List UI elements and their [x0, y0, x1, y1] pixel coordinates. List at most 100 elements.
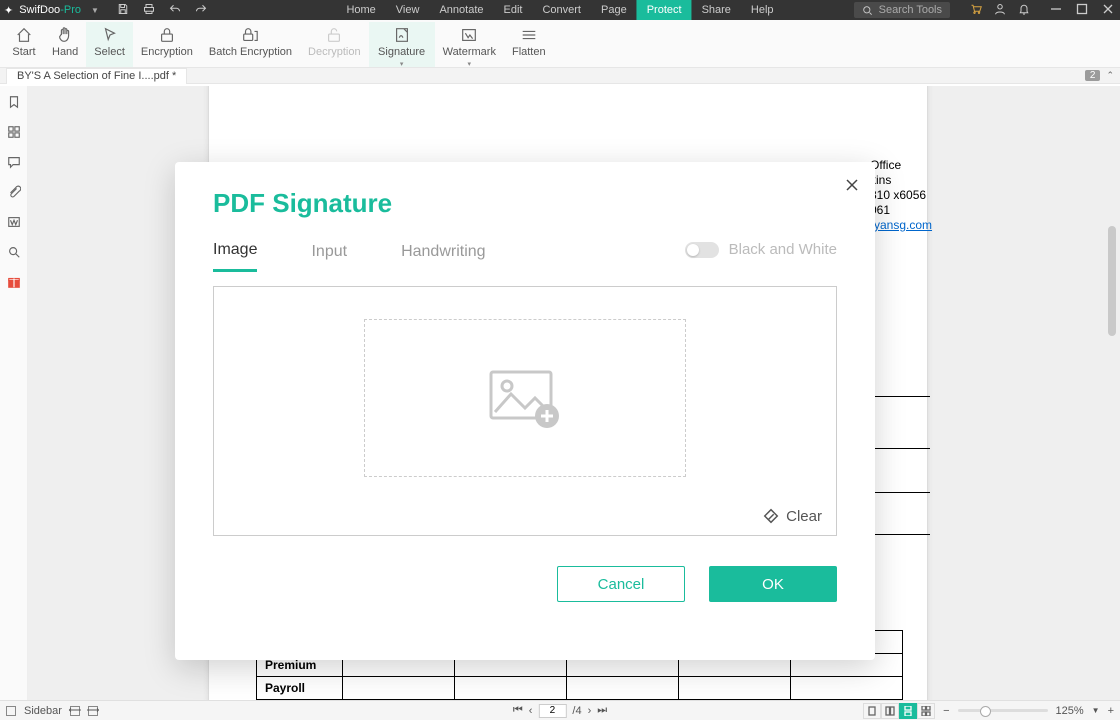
ribbon-watermark[interactable]: Watermark ▾ — [435, 22, 504, 67]
file-tab[interactable]: BY'S A Selection of Fine I....pdf * — [6, 68, 187, 84]
image-dropzone[interactable] — [364, 319, 686, 477]
black-white-toggle[interactable]: Black and White — [685, 241, 837, 258]
page-navigator: ⏮ ‹ /4 › ⏭ — [513, 704, 607, 718]
app-logo: ✦ SwifDoo-Pro ▼ — [4, 4, 107, 17]
page-number-input[interactable] — [538, 704, 566, 718]
continuous-view-icon[interactable] — [899, 703, 917, 719]
first-page-icon[interactable]: ⏮ — [513, 704, 523, 717]
brand-label: SwifDoo-Pro — [19, 4, 81, 16]
menu-annotate[interactable]: Annotate — [429, 0, 493, 20]
collapse-ribbon-icon[interactable]: ⌃ — [1106, 70, 1114, 81]
home-icon — [15, 26, 33, 44]
close-button[interactable] — [845, 176, 859, 197]
toggle-switch[interactable] — [685, 242, 719, 258]
expand-icon[interactable]: ⟶ — [88, 706, 98, 716]
ok-button[interactable]: OK — [709, 566, 837, 602]
tab-image[interactable]: Image — [213, 241, 257, 272]
bell-icon[interactable] — [1018, 3, 1030, 18]
tab-handwriting[interactable]: Handwriting — [401, 243, 485, 271]
menu-convert[interactable]: Convert — [532, 0, 591, 20]
attachments-icon[interactable] — [6, 184, 22, 200]
next-page-icon[interactable]: › — [588, 705, 592, 717]
page-badge: 2 — [1085, 70, 1101, 81]
cancel-button[interactable]: Cancel — [557, 566, 685, 602]
title-bar: ✦ SwifDoo-Pro ▼ Home View Annotate Edit … — [0, 0, 1120, 20]
menu-protect[interactable]: Protect — [637, 0, 692, 20]
ribbon-hand[interactable]: Hand — [44, 22, 86, 67]
chevron-down-icon: ▾ — [400, 60, 404, 68]
comments-icon[interactable] — [6, 154, 22, 170]
menu-help[interactable]: Help — [741, 0, 784, 20]
zoom-level: 125% — [1056, 705, 1084, 717]
tab-input[interactable]: Input — [311, 243, 347, 271]
total-pages: /4 — [572, 705, 581, 717]
continuous-two-view-icon[interactable] — [917, 703, 935, 719]
redo-icon[interactable] — [195, 3, 207, 18]
menu-edit[interactable]: Edit — [494, 0, 533, 20]
flatten-icon — [520, 26, 538, 44]
search-tools[interactable]: Search Tools — [854, 2, 950, 18]
user-icon[interactable] — [994, 3, 1006, 18]
gift-icon[interactable] — [6, 274, 22, 290]
main-menu: Home View Annotate Edit Convert Page Pro… — [336, 0, 783, 20]
lock-icon — [158, 26, 176, 44]
close-window-icon[interactable] — [1102, 3, 1114, 18]
ribbon-protect: Start Hand Select Encryption Batch Encry… — [0, 20, 1120, 68]
menu-share[interactable]: Share — [692, 0, 741, 20]
hand-icon — [56, 26, 74, 44]
dialog-title: PDF Signature — [213, 188, 837, 219]
chevron-down-icon: ▾ — [468, 60, 472, 68]
maximize-icon[interactable] — [1076, 3, 1088, 18]
minimize-icon[interactable] — [1050, 3, 1062, 18]
ribbon-select[interactable]: Select — [86, 22, 133, 67]
signature-tabs: Image Input Handwriting Black and White — [213, 241, 837, 272]
modal-layer: PDF Signature Image Input Handwriting Bl… — [28, 172, 1120, 680]
status-bar: Sidebar ⟵ ⟶ ⏮ ‹ /4 › ⏭ − 125% ▼ + — [0, 700, 1120, 720]
sidebar-toggle-icon[interactable] — [6, 706, 16, 716]
single-page-view-icon[interactable] — [863, 703, 881, 719]
chevron-down-icon[interactable]: ▼ — [91, 6, 99, 15]
zoom-in-icon[interactable]: + — [1108, 705, 1114, 717]
ribbon-signature[interactable]: Signature ▾ — [369, 22, 435, 67]
collapse-icon[interactable]: ⟵ — [70, 706, 80, 716]
ribbon-batch-encryption[interactable]: Batch Encryption — [201, 22, 300, 67]
quick-access — [117, 3, 207, 18]
prev-page-icon[interactable]: ‹ — [529, 705, 533, 717]
thumbnails-icon[interactable] — [6, 124, 22, 140]
two-page-view-icon[interactable] — [881, 703, 899, 719]
pdf-signature-dialog: PDF Signature Image Input Handwriting Bl… — [175, 162, 875, 660]
zoom-slider[interactable] — [958, 709, 1048, 712]
search-icon[interactable] — [6, 244, 22, 260]
menu-view[interactable]: View — [386, 0, 430, 20]
bird-icon: ✦ — [4, 4, 13, 17]
print-icon[interactable] — [143, 3, 155, 18]
left-sidebar-rail — [0, 86, 28, 700]
watermark-icon — [460, 26, 478, 44]
cart-icon[interactable] — [970, 3, 982, 18]
save-icon[interactable] — [117, 3, 129, 18]
view-mode-buttons — [863, 703, 935, 719]
ribbon-decryption[interactable]: Decryption — [300, 22, 369, 67]
search-placeholder: Search Tools — [879, 4, 942, 16]
signature-canvas: Clear — [213, 286, 837, 536]
last-page-icon[interactable]: ⏭ — [597, 704, 607, 717]
clear-button[interactable]: Clear — [762, 507, 822, 525]
sidebar-label[interactable]: Sidebar — [24, 705, 62, 717]
title-right-controls — [970, 3, 1114, 18]
zoom-out-icon[interactable]: − — [943, 705, 949, 717]
document-tabstrip: BY'S A Selection of Fine I....pdf * 2 ⌃ — [0, 68, 1120, 84]
ribbon-encryption[interactable]: Encryption — [133, 22, 201, 67]
signature-icon — [393, 26, 411, 44]
batch-lock-icon — [241, 26, 259, 44]
bookmark-icon[interactable] — [6, 94, 22, 110]
ribbon-start[interactable]: Start — [4, 22, 44, 67]
document-viewport[interactable]: Office kins 810 x6056 061 ryansg.com SEC… — [28, 86, 1120, 700]
cursor-icon — [101, 26, 119, 44]
zoom-dropdown-icon[interactable]: ▼ — [1092, 706, 1100, 715]
undo-icon[interactable] — [169, 3, 181, 18]
unlock-icon — [325, 26, 343, 44]
menu-home[interactable]: Home — [336, 0, 385, 20]
word-export-icon[interactable] — [6, 214, 22, 230]
menu-page[interactable]: Page — [591, 0, 637, 20]
ribbon-flatten[interactable]: Flatten — [504, 22, 554, 67]
